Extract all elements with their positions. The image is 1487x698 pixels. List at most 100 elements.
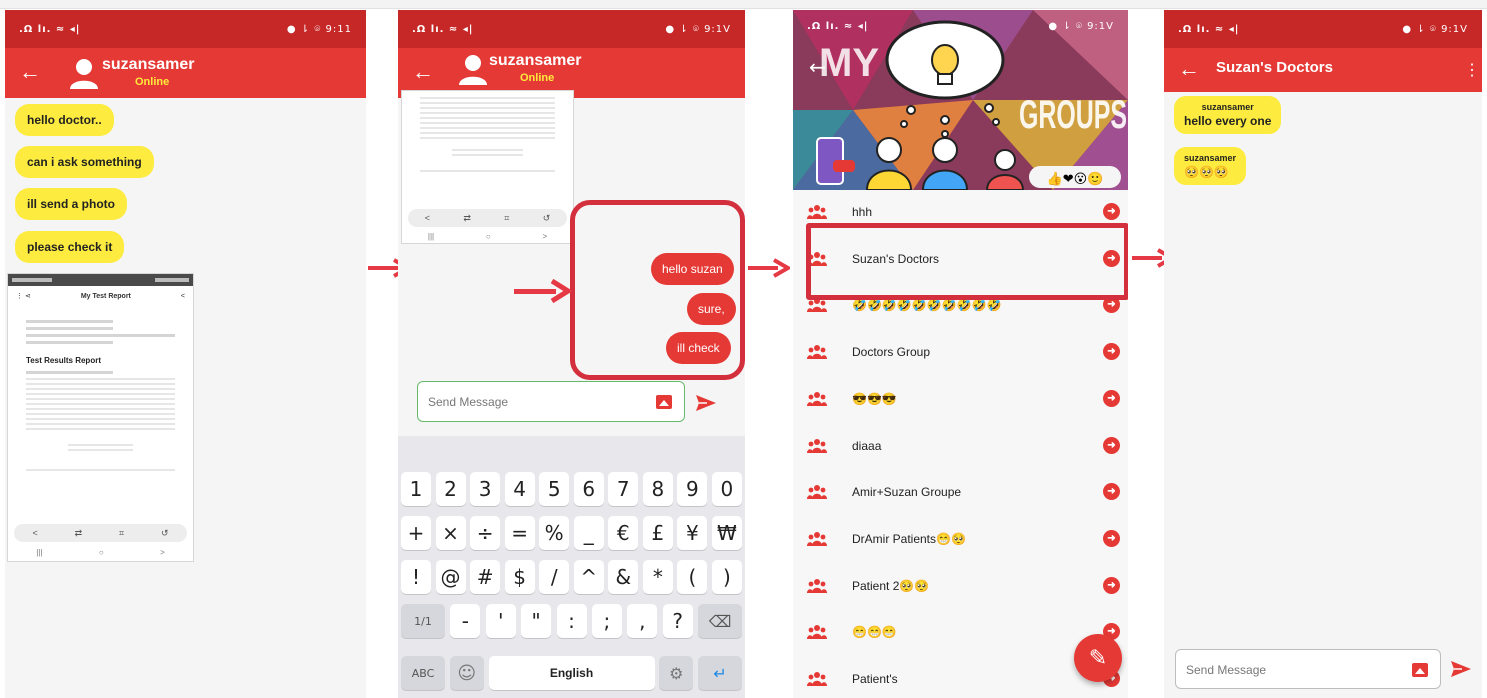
key-apostrophe[interactable]: ': [485, 604, 516, 638]
sent-message-bubble[interactable]: hello suzan: [651, 253, 734, 285]
key-2[interactable]: 2: [435, 472, 466, 506]
group-list-item[interactable]: Amir+Suzan Groupe ➜: [793, 470, 1128, 516]
edit-icon: ⇄: [463, 212, 471, 223]
send-icon[interactable]: [695, 393, 717, 413]
group-message-bubble[interactable]: suzansamer hello every one: [1174, 96, 1282, 134]
key-4[interactable]: 4: [504, 472, 535, 506]
key-dash[interactable]: -: [450, 604, 481, 638]
banner-text-my: MY: [819, 41, 879, 85]
status-icons-right: ● ⇂ ⌾ 9:1V: [1048, 20, 1114, 32]
key-dollar[interactable]: $: [504, 560, 535, 594]
key-at[interactable]: @: [435, 560, 466, 594]
image-attach-icon[interactable]: [1412, 663, 1428, 677]
group-list-item[interactable]: Patient 2🥺🥺 ➜: [793, 564, 1128, 610]
image-attach-icon[interactable]: [656, 395, 672, 409]
key-8[interactable]: 8: [642, 472, 673, 506]
settings-gear-icon[interactable]: ⚙: [659, 656, 694, 690]
key-0[interactable]: 0: [711, 472, 742, 506]
message-bubble[interactable]: can i ask something: [15, 146, 154, 178]
message-input-placeholder: Send Message: [428, 395, 509, 409]
avatar[interactable]: [67, 56, 101, 90]
group-list-item[interactable]: Doctors Group ➜: [793, 330, 1128, 376]
key-paren-open[interactable]: (: [677, 560, 708, 594]
sent-message-bubble[interactable]: ill check: [666, 332, 731, 364]
key-9[interactable]: 9: [677, 472, 708, 506]
key-equals[interactable]: =: [504, 516, 535, 550]
arrow-right-icon[interactable]: ➜: [1103, 343, 1120, 361]
key-divide[interactable]: ÷: [470, 516, 501, 550]
key-ampersand[interactable]: &: [608, 560, 639, 594]
key-pound[interactable]: £: [642, 516, 673, 550]
rotate-icon: ↺: [161, 527, 169, 538]
key-abc[interactable]: ABC: [401, 656, 445, 690]
key-exclamation[interactable]: !: [401, 560, 431, 594]
back-arrow-icon[interactable]: ←: [17, 60, 43, 86]
group-name: 😁😁😁: [852, 625, 897, 640]
key-asterisk[interactable]: *: [642, 560, 673, 594]
key-3[interactable]: 3: [470, 472, 501, 506]
arrow-right-icon[interactable]: ➜: [1103, 203, 1120, 220]
key-percent[interactable]: %: [539, 516, 570, 550]
back-icon: >: [542, 231, 548, 241]
sent-message-bubble[interactable]: sure,: [687, 293, 736, 325]
key-page-toggle[interactable]: 1/1: [401, 604, 445, 638]
key-hash[interactable]: #: [470, 560, 501, 594]
home-icon: ○: [485, 231, 491, 241]
back-arrow-icon[interactable]: ←: [410, 60, 436, 86]
key-colon[interactable]: :: [556, 604, 587, 638]
back-arrow-icon[interactable]: ←: [809, 55, 826, 79]
more-icon: ⋮ ⋖: [16, 293, 31, 300]
key-plus[interactable]: +: [401, 516, 431, 550]
group-list-item[interactable]: diaaa ➜: [793, 424, 1128, 470]
message-bubble[interactable]: hello doctor..: [15, 104, 114, 136]
key-semicolon[interactable]: ;: [591, 604, 622, 638]
arrow-right-icon[interactable]: ➜: [1103, 389, 1120, 407]
key-7[interactable]: 7: [608, 472, 639, 506]
key-yen[interactable]: ¥: [677, 516, 708, 550]
group-message-bubble[interactable]: suzansamer 🥺🥺🥺: [1174, 147, 1247, 185]
group-name: DrAmir Patients😁🥺: [852, 531, 966, 546]
key-space[interactable]: English: [488, 656, 655, 690]
arrow-right-icon[interactable]: ➜: [1103, 436, 1120, 454]
message-bubble[interactable]: please check it: [15, 231, 125, 263]
group-app-bar: ← Suzan's Doctors ⋮: [1164, 48, 1482, 92]
more-options-icon[interactable]: ⋮: [1464, 60, 1480, 80]
key-won[interactable]: ₩: [711, 516, 742, 550]
key-euro[interactable]: €: [608, 516, 639, 550]
message-input[interactable]: Send Message: [417, 381, 685, 422]
group-list-item[interactable]: 😎😎😎 ➜: [793, 377, 1128, 423]
arrow-right-icon[interactable]: ➜: [1103, 576, 1120, 594]
message-bubble[interactable]: ill send a photo: [15, 188, 128, 220]
report-image-message[interactable]: ⋮ ⋖ My Test Report < Test Results Report: [7, 273, 194, 562]
key-underscore[interactable]: _: [573, 516, 604, 550]
group-icon: [807, 531, 827, 546]
report-image-message[interactable]: < ⇄ ⌗ ↺ ||| ○ >: [401, 90, 574, 244]
send-icon[interactable]: [1450, 659, 1472, 679]
enter-icon[interactable]: ↵: [698, 656, 742, 690]
key-paren-close[interactable]: ): [711, 560, 742, 594]
report-status-strip: [8, 274, 193, 286]
avatar[interactable]: [456, 52, 490, 86]
keyboard-row-symbols-1: + × ÷ = % _ € £ ¥ ₩: [401, 516, 742, 550]
edit-icon: ⇄: [74, 527, 83, 538]
scan-icon: ⌗: [504, 212, 510, 223]
arrow-right-icon[interactable]: ➜: [1103, 483, 1120, 501]
key-1[interactable]: 1: [401, 472, 431, 506]
emoji-icon[interactable]: ☺: [449, 656, 484, 690]
group-icon: [807, 485, 827, 500]
key-comma[interactable]: ,: [627, 604, 658, 638]
key-quote[interactable]: ": [521, 604, 552, 638]
fab-edit-icon[interactable]: ✎: [1074, 634, 1122, 682]
key-question[interactable]: ?: [662, 604, 693, 638]
message-input[interactable]: Send Message: [1175, 649, 1441, 689]
group-icon: [807, 578, 827, 593]
key-multiply[interactable]: ×: [435, 516, 466, 550]
key-slash[interactable]: /: [539, 560, 570, 594]
arrow-right-icon[interactable]: ➜: [1103, 529, 1120, 547]
key-caret[interactable]: ^: [573, 560, 604, 594]
key-6[interactable]: 6: [573, 472, 604, 506]
group-list-item[interactable]: DrAmir Patients😁🥺 ➜: [793, 517, 1128, 563]
key-5[interactable]: 5: [539, 472, 570, 506]
back-arrow-icon[interactable]: ←: [1176, 57, 1202, 83]
backspace-icon[interactable]: ⌫: [698, 604, 742, 638]
